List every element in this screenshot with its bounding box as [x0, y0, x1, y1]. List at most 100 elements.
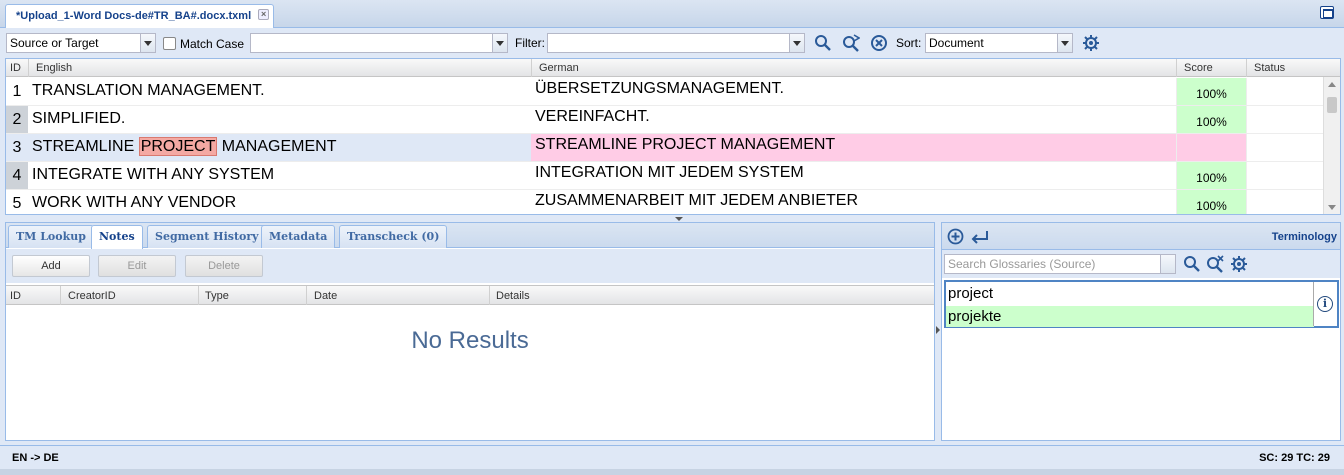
- table-row[interactable]: 5 WORK WITH ANY VENDOR ZUSAMMENARBEIT MI…: [6, 190, 1324, 214]
- row-id: 2: [6, 106, 28, 133]
- add-circle-icon[interactable]: [947, 228, 964, 245]
- target-cell[interactable]: ZUSAMMENARBEIT MIT JEDEM ANBIETER: [531, 192, 1176, 214]
- search-icon[interactable]: [814, 34, 832, 52]
- status-cell: [1246, 134, 1324, 161]
- table-row[interactable]: 1 TRANSLATION MANAGEMENT. ÜBERSETZUNGSMA…: [6, 78, 1324, 106]
- settings-gear-icon[interactable]: [1082, 34, 1100, 52]
- sort-select[interactable]: Document: [925, 33, 1073, 53]
- glossary-search-input[interactable]: Search Glossaries (Source): [944, 254, 1176, 274]
- scroll-thumb[interactable]: [1327, 97, 1337, 113]
- source-cell[interactable]: SIMPLIFIED.: [32, 110, 125, 128]
- notes-col-creator[interactable]: CreatorID: [68, 290, 116, 302]
- source-cell[interactable]: INTEGRATE WITH ANY SYSTEM: [32, 166, 274, 184]
- document-tab-title: *Upload_1-Word Docs-de#TR_BA#.docx.txml: [16, 10, 252, 22]
- col-target[interactable]: German: [539, 62, 579, 74]
- target-term[interactable]: projekte: [946, 306, 1314, 327]
- details-tabs: TM Lookup Notes Segment History Metadata…: [6, 223, 934, 249]
- chevron-down-icon[interactable]: [140, 34, 155, 52]
- enter-icon[interactable]: [971, 229, 989, 244]
- document-tab-bar: *Upload_1-Word Docs-de#TR_BA#.docx.txml …: [0, 0, 1344, 28]
- terminology-title: Terminology: [1271, 231, 1337, 243]
- document-tab[interactable]: *Upload_1-Word Docs-de#TR_BA#.docx.txml …: [5, 4, 275, 28]
- notes-col-id[interactable]: ID: [10, 290, 21, 302]
- column-divider: [306, 286, 307, 305]
- chevron-down-icon[interactable]: [789, 34, 804, 52]
- tab-transcheck[interactable]: Transcheck (0): [339, 225, 448, 248]
- table-row-selected[interactable]: 3 STREAMLINE PROJECT MANAGEMENT STREAMLI…: [6, 134, 1324, 162]
- source-cell[interactable]: WORK WITH ANY VENDOR: [32, 194, 236, 212]
- terminology-header: Terminology: [942, 223, 1340, 250]
- row-id: 5: [6, 190, 28, 214]
- target-cell[interactable]: INTEGRATION MIT JEDEM SYSTEM: [531, 164, 1176, 189]
- status-cell: [1246, 190, 1324, 214]
- match-case-checkbox[interactable]: [163, 37, 176, 50]
- target-cell-editing[interactable]: STREAMLINE PROJECT MANAGEMENT: [531, 134, 1176, 161]
- notes-col-details[interactable]: Details: [496, 290, 530, 302]
- column-divider: [489, 286, 490, 305]
- tab-notes[interactable]: Notes: [91, 225, 143, 249]
- grid-scrollbar[interactable]: [1323, 77, 1340, 214]
- glossary-search-placeholder: Search Glossaries (Source): [948, 257, 1096, 271]
- source-text-pre: STREAMLINE: [32, 138, 139, 155]
- col-score[interactable]: Score: [1184, 62, 1213, 74]
- collapse-splitter-icon[interactable]: [669, 215, 689, 222]
- tab-metadata[interactable]: Metadata: [261, 225, 336, 248]
- filter-input[interactable]: [547, 33, 805, 53]
- sort-label: Sort:: [896, 36, 922, 50]
- source-cell[interactable]: TRANSLATION MANAGEMENT.: [32, 82, 265, 100]
- glossary-toolbar: Search Glossaries (Source): [942, 250, 1340, 278]
- grid-header: ID English German Score Status: [6, 59, 1340, 77]
- table-row[interactable]: 4 INTEGRATE WITH ANY SYSTEM INTEGRATION …: [6, 162, 1324, 190]
- match-case-label: Match Case: [180, 37, 245, 51]
- close-tab-icon[interactable]: ×: [258, 9, 270, 20]
- table-row[interactable]: 2 SIMPLIFIED. VEREINFACHT. 100%: [6, 106, 1324, 134]
- column-divider: [198, 286, 199, 305]
- term-highlight[interactable]: PROJECT: [138, 137, 218, 156]
- clear-search-icon[interactable]: [1206, 255, 1224, 273]
- scroll-up-icon[interactable]: [1328, 82, 1336, 87]
- term-entry[interactable]: project projekte i: [944, 280, 1339, 328]
- search-icon[interactable]: [1183, 255, 1201, 273]
- chevron-down-icon[interactable]: [492, 34, 507, 52]
- add-note-button[interactable]: Add: [12, 255, 90, 277]
- maximize-icon[interactable]: [1320, 6, 1334, 19]
- col-status[interactable]: Status: [1254, 62, 1285, 74]
- terminology-panel: Terminology Search Glossaries (Source) p…: [941, 222, 1341, 441]
- clear-filter-icon[interactable]: [870, 34, 888, 52]
- delete-note-button[interactable]: Delete: [185, 255, 263, 277]
- status-bar: EN -> DE SC: 29 TC: 29: [0, 445, 1344, 469]
- search-toolbar: Source or Target Match Case Filter: Sort…: [0, 29, 1344, 57]
- source-term[interactable]: project: [946, 283, 1314, 304]
- row-id: 4: [6, 162, 28, 189]
- notes-col-type[interactable]: Type: [205, 290, 229, 302]
- column-divider: [1246, 59, 1247, 77]
- segment-grid: ID English German Score Status 1 TRANSLA…: [5, 58, 1341, 215]
- chevron-down-icon[interactable]: [1057, 34, 1072, 52]
- scroll-down-icon[interactable]: [1328, 205, 1336, 210]
- tab-tm-lookup[interactable]: TM Lookup: [8, 225, 94, 248]
- settings-gear-icon[interactable]: [1230, 255, 1248, 273]
- target-cell[interactable]: VEREINFACHT.: [531, 108, 1176, 133]
- score-cell: [1176, 134, 1246, 161]
- term-actions: i: [1313, 282, 1337, 326]
- bottom-strip: [0, 469, 1344, 475]
- column-divider: [28, 59, 29, 77]
- notes-col-date[interactable]: Date: [314, 290, 337, 302]
- col-id[interactable]: ID: [10, 62, 21, 74]
- status-cell: [1246, 106, 1324, 133]
- col-source[interactable]: English: [36, 62, 72, 74]
- source-cell[interactable]: STREAMLINE PROJECT MANAGEMENT: [32, 137, 336, 156]
- filter-label: Filter:: [515, 36, 545, 50]
- column-divider: [60, 286, 61, 305]
- search-next-icon[interactable]: [842, 34, 860, 52]
- target-cell[interactable]: ÜBERSETZUNGSMANAGEMENT.: [531, 80, 1176, 105]
- search-input[interactable]: [250, 33, 508, 53]
- language-pair: EN -> DE: [12, 452, 59, 464]
- scope-select[interactable]: Source or Target: [6, 33, 156, 53]
- sort-select-value: Document: [929, 36, 984, 50]
- edit-note-button[interactable]: Edit: [98, 255, 176, 277]
- chevron-down-icon[interactable]: [1160, 255, 1175, 273]
- status-cell: [1246, 162, 1324, 189]
- info-icon[interactable]: i: [1317, 296, 1333, 312]
- tab-segment-history[interactable]: Segment History: [147, 225, 267, 248]
